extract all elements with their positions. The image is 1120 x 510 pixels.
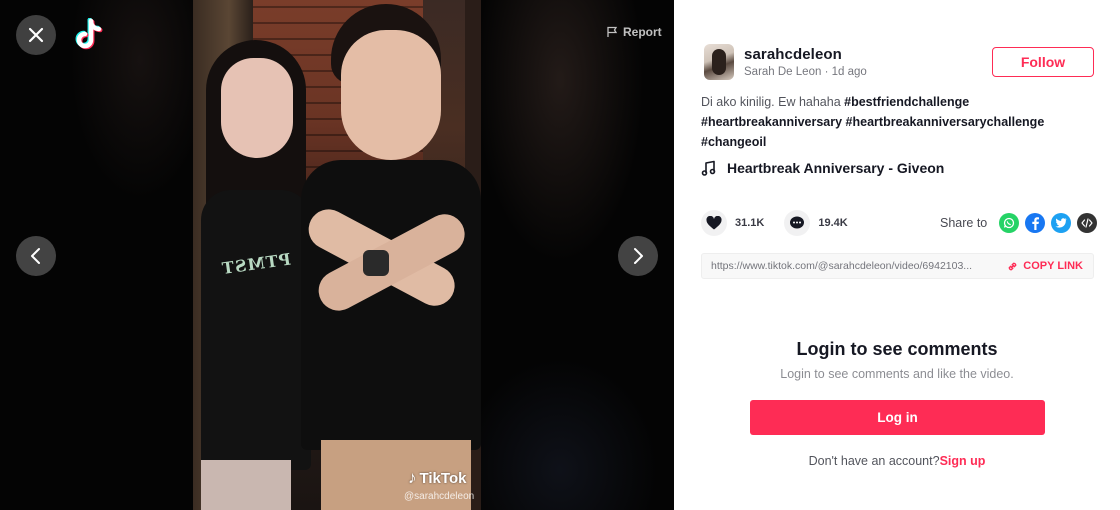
twitter-icon: [1055, 218, 1067, 228]
share-label: Share to: [940, 216, 988, 230]
video-stage: PTMST ♪ TikTok @sarahcdeleon Report: [0, 0, 674, 510]
copy-link-button[interactable]: COPY LINK: [1007, 260, 1083, 272]
hashtag-link[interactable]: #heartbreakanniversary: [701, 115, 842, 129]
flag-icon: [607, 26, 618, 37]
close-icon: [28, 27, 44, 43]
tiktok-logo-icon: [75, 18, 103, 50]
avatar[interactable]: [704, 44, 734, 80]
music-note-icon: [701, 160, 716, 176]
separator: ·: [821, 66, 832, 78]
hashtag-link[interactable]: #heartbreakanniversarychallenge: [846, 115, 1045, 129]
hashtag-link[interactable]: #bestfriendchallenge: [844, 95, 969, 109]
caption-text: Di ako kinilig. Ew hahaha: [701, 95, 845, 109]
author-username[interactable]: sarahcdeleon: [744, 46, 867, 63]
watermark-username: @sarahcdeleon: [404, 491, 475, 502]
author-subline: Sarah De Leon · 1d ago: [744, 66, 867, 78]
whatsapp-icon: [1004, 217, 1015, 229]
author-display-name: Sarah De Leon: [744, 66, 822, 78]
share-whatsapp-button[interactable]: [999, 213, 1020, 233]
video-person-right: [301, 0, 481, 510]
signup-link[interactable]: Sign up: [940, 454, 986, 468]
copy-link-label: COPY LINK: [1023, 260, 1083, 272]
signup-prompt-text: Don't have an account?: [808, 454, 940, 468]
share-twitter-button[interactable]: [1051, 213, 1072, 233]
music-title: Heartbreak Anniversary - Giveon: [727, 160, 945, 176]
watermark-brand: TikTok: [419, 469, 467, 487]
share-embed-button[interactable]: [1077, 213, 1098, 233]
video-link-url[interactable]: https://www.tiktok.com/@sarahcdeleon/vid…: [711, 260, 972, 272]
video-player[interactable]: PTMST: [193, 0, 481, 510]
music-link[interactable]: Heartbreak Anniversary - Giveon: [701, 160, 944, 176]
tiktok-watermark: ♪ TikTok: [408, 468, 466, 488]
video-link-box: https://www.tiktok.com/@sarahcdeleon/vid…: [701, 253, 1094, 279]
author-info: sarahcdeleon Sarah De Leon · 1d ago: [704, 44, 867, 80]
chevron-left-icon: [31, 248, 40, 264]
link-icon: [1008, 262, 1017, 270]
video-person-left: PTMST: [201, 40, 311, 510]
comment-count: 19.4K: [818, 217, 848, 229]
close-button[interactable]: [16, 15, 56, 55]
share-row: Share to: [940, 213, 1098, 233]
tiktok-logo[interactable]: [71, 15, 107, 55]
follow-button[interactable]: Follow: [992, 47, 1094, 77]
next-video-button[interactable]: [618, 236, 658, 276]
login-button[interactable]: Log in: [750, 400, 1045, 435]
comment-icon: [790, 216, 805, 229]
report-label: Report: [623, 25, 662, 39]
share-facebook-button[interactable]: [1025, 213, 1046, 233]
like-count: 31.1K: [735, 217, 765, 229]
hashtag-link[interactable]: #changeoil: [701, 135, 766, 149]
comment-button[interactable]: 19.4K: [784, 210, 848, 236]
chevron-right-icon: [634, 248, 643, 264]
comments-gate-subtitle: Login to see comments and like the video…: [780, 367, 1014, 381]
signup-prompt: Don't have an account?Sign up: [674, 454, 1120, 468]
video-info-panel: sarahcdeleon Sarah De Leon · 1d ago Foll…: [674, 0, 1120, 510]
report-button[interactable]: Report: [606, 25, 662, 39]
previous-video-button[interactable]: [16, 236, 56, 276]
comments-gate-title: Login to see comments: [796, 339, 998, 359]
heart-icon: [706, 216, 722, 230]
post-time: 1d ago: [831, 66, 867, 78]
engagement-stats: 31.1K 19.4K: [701, 210, 868, 236]
like-button[interactable]: 31.1K: [701, 210, 764, 236]
facebook-icon: [1032, 217, 1040, 230]
embed-code-icon: [1081, 218, 1093, 228]
video-caption: Di ako kinilig. Ew hahaha #bestfriendcha…: [701, 92, 1091, 152]
tiktok-note-icon: ♪: [408, 468, 417, 487]
